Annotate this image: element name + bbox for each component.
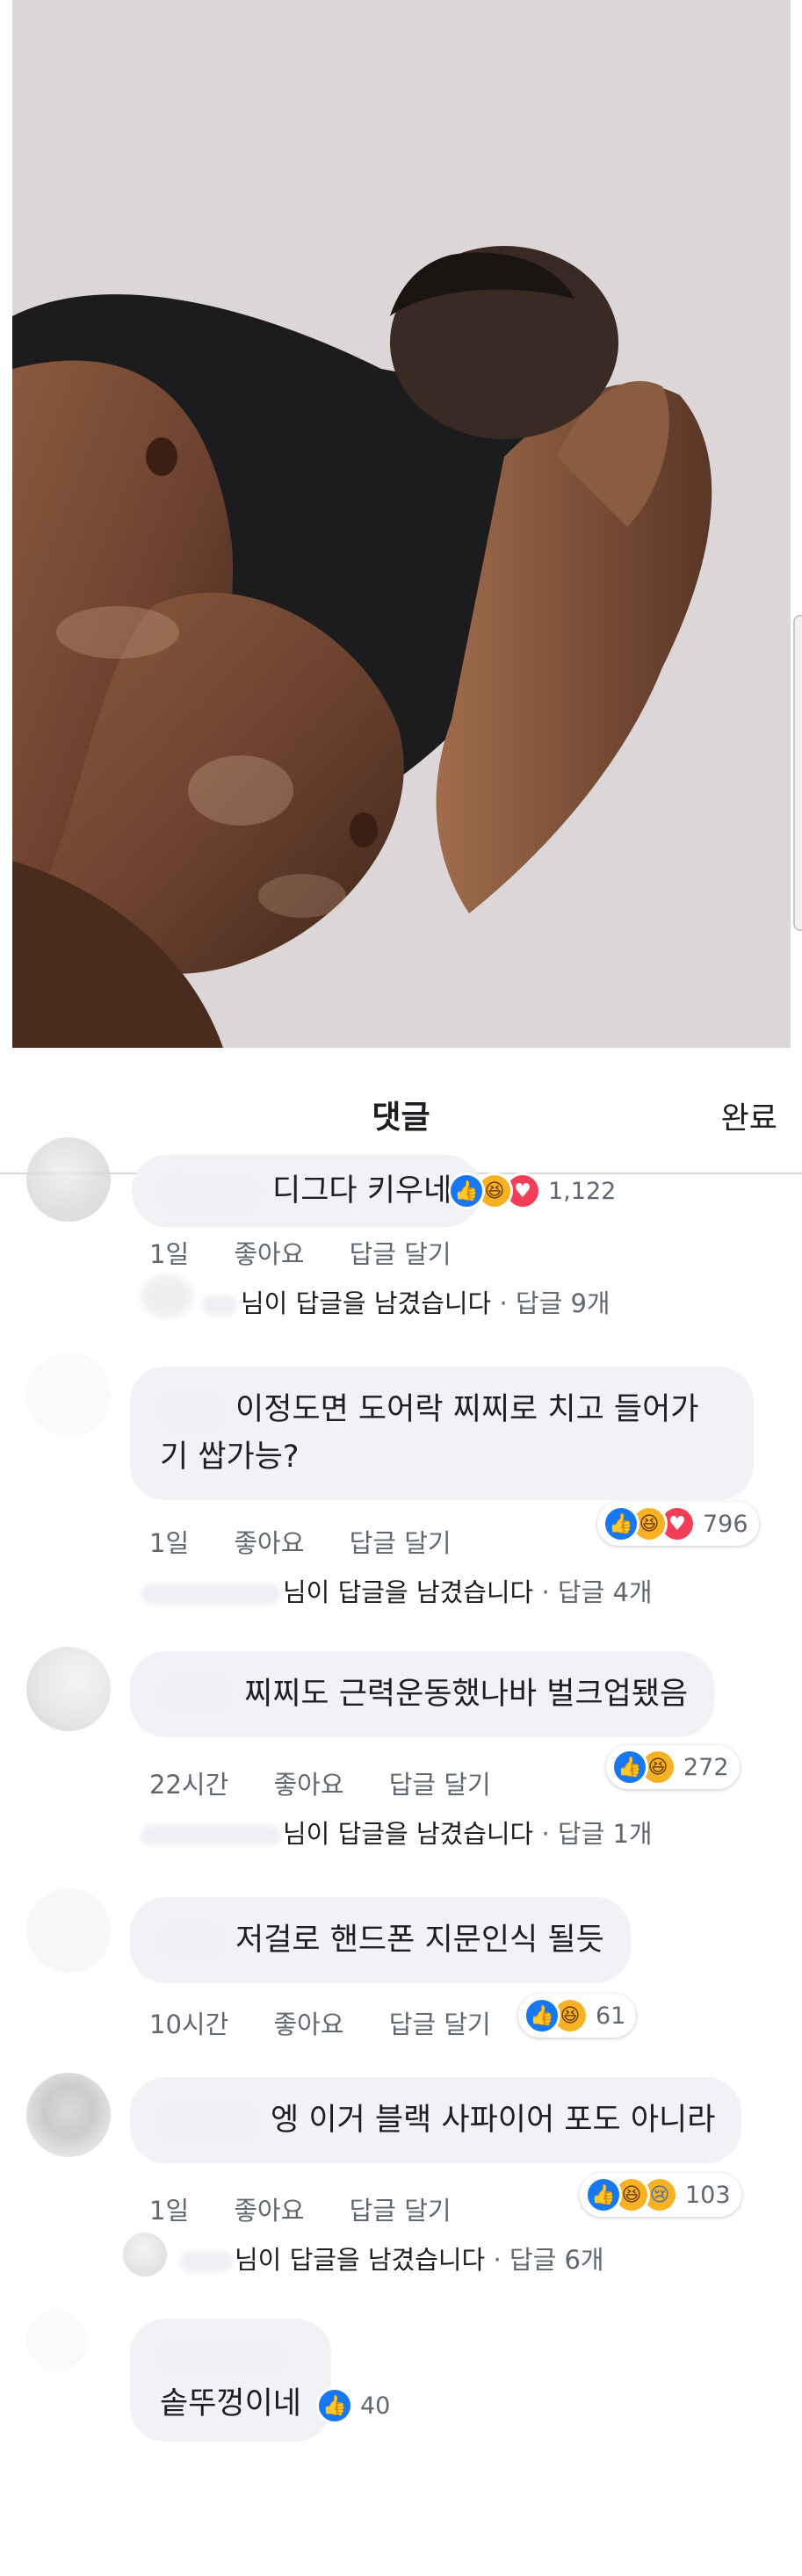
reaction-summary[interactable]: 👍 😆 ♥ 1,122 (448, 1169, 616, 1213)
reaction-count: 272 (683, 1753, 729, 1781)
reply-button[interactable]: 답글 달기 (350, 1528, 452, 1558)
reply-suffix: 님이 답글을 남겼습니다 (283, 1819, 534, 1849)
reaction-count: 103 (685, 2181, 731, 2209)
redacted-name (202, 1295, 237, 1316)
reply-button[interactable]: 답글 달기 (389, 1770, 491, 1800)
comment-bubble: 저걸로 핸드폰 지문인식 될듯 (130, 1897, 631, 1983)
comment-bubble: 솥뚜껑이네 (130, 2319, 332, 2442)
redacted-name (160, 2105, 256, 2137)
redacted-name (141, 1584, 281, 1605)
comment-meta: 1일 좋아요 답글 달기 (149, 1523, 452, 1560)
like-button[interactable]: 좋아요 (234, 1528, 304, 1558)
like-reaction-icon: 👍 (316, 2387, 353, 2424)
avatar[interactable] (26, 1888, 111, 1973)
like-button[interactable]: 좋아요 (273, 2010, 343, 2039)
post-photo-illustration (12, 0, 791, 1048)
like-reaction-icon: 👍 (585, 2176, 622, 2213)
avatar[interactable] (26, 1137, 111, 1222)
reply-count: · 답글 9개 (499, 1288, 611, 1318)
reply-suffix: 님이 답글을 남겼습니다 (283, 1577, 534, 1607)
comment-meta: 1일 좋아요 답글 달기 (149, 1234, 452, 1271)
reaction-summary[interactable]: 👍 😆 272 (606, 1745, 740, 1789)
comments-header: 댓글 완료 (0, 1048, 802, 1173)
avatar[interactable] (26, 1647, 111, 1731)
reply-summary[interactable]: 님이 답글을 남겼습니다 · 답글 6개 (180, 2240, 604, 2277)
redacted-name (141, 1825, 281, 1846)
comment-item: 저걸로 핸드폰 지문인식 될듯 👍 😆 61 10시간 좋아요 답글 달기 (0, 1888, 802, 2064)
post-photo[interactable] (12, 0, 791, 1048)
reaction-summary[interactable]: 👍 😆 61 (518, 1994, 637, 2038)
comment-text: 엥 이거 블랙 사파이어 포도 아니라 (271, 2103, 716, 2138)
reply-suffix: 님이 답글을 남겼습니다 (235, 2245, 486, 2275)
done-button[interactable]: 완료 (721, 1093, 777, 1138)
comment-meta: 22시간 좋아요 답글 달기 (149, 1764, 491, 1801)
redacted-name (160, 1395, 221, 1426)
reply-count: · 답글 6개 (493, 2245, 604, 2275)
comment-bubble: 디그다 키우네 (132, 1155, 482, 1227)
avatar[interactable] (26, 2073, 111, 2157)
reaction-count: 1,122 (548, 1177, 617, 1205)
reaction-summary[interactable]: 👍 40 (316, 2384, 390, 2428)
reaction-summary[interactable]: 👍 😆 😢 103 (580, 2173, 741, 2217)
reply-button[interactable]: 답글 달기 (350, 1239, 452, 1269)
redacted-name (160, 1679, 230, 1711)
reply-count: · 답글 1개 (541, 1819, 653, 1849)
reply-summary[interactable]: 님이 답글을 남겼습니다 · 답글 1개 (141, 1814, 653, 1851)
side-scroll-tab[interactable] (793, 615, 802, 931)
reaction-count: 61 (596, 2002, 626, 2030)
like-button[interactable]: 좋아요 (234, 1239, 304, 1269)
comment-item: 솥뚜껑이네 👍 40 (0, 2310, 802, 2459)
comment-bubble: 찌찌도 근력운동했나바 벌크업됐음 (130, 1651, 715, 1737)
comments-title: 댓글 (372, 1100, 430, 1136)
comment-meta: 10시간 좋아요 답글 달기 (149, 2004, 491, 2041)
comment-item: 엥 이거 블랙 사파이어 포도 아니라 👍 😆 😢 103 1일 좋아요 답글 … (0, 2073, 802, 2284)
like-reaction-icon: 👍 (603, 1505, 639, 1542)
reply-avatar[interactable] (123, 2233, 167, 2277)
comment-text: 디그다 키우네 (272, 1173, 452, 1209)
reply-button[interactable]: 답글 달기 (350, 2196, 452, 2226)
like-button[interactable]: 좋아요 (273, 1770, 343, 1800)
reply-suffix: 님이 답글을 남겼습니다 (241, 1288, 492, 1318)
avatar[interactable] (26, 2310, 88, 2371)
redacted-name (162, 1176, 258, 1208)
comment-item: 이정도면 도어락 찌찌로 치고 들어가 기 쌉가능? 👍 😆 ♥ 796 1일 … (0, 1353, 802, 1616)
reply-summary[interactable]: 님이 답글을 남겼습니다 · 답글 9개 (202, 1283, 611, 1320)
like-button[interactable]: 좋아요 (234, 2196, 304, 2226)
comment-text: 찌찌도 근력운동했나바 벌크업됐음 (244, 1677, 689, 1712)
comment-time: 22시간 (149, 1770, 229, 1800)
redacted-name (160, 1925, 221, 1957)
like-reaction-icon: 👍 (611, 1749, 648, 1786)
redacted-name (160, 2346, 283, 2369)
comment-bubble: 엥 이거 블랙 사파이어 포도 아니라 (130, 2077, 742, 2163)
comment-text-line2: 기 쌉가능? (160, 1440, 300, 1475)
reply-summary[interactable]: 님이 답글을 남겼습니다 · 답글 4개 (141, 1572, 653, 1609)
reaction-summary[interactable]: 👍 😆 ♥ 796 (597, 1502, 759, 1546)
comment-bubble: 이정도면 도어락 찌찌로 치고 들어가 기 쌉가능? (130, 1367, 754, 1500)
comment-text-line1: 이정도면 도어락 찌찌로 치고 들어가 (235, 1392, 699, 1427)
comment-meta: 1일 좋아요 답글 달기 (149, 2190, 452, 2227)
reaction-count: 40 (360, 2392, 391, 2420)
like-reaction-icon: 👍 (448, 1173, 485, 1209)
comment-item: 찌찌도 근력운동했나바 벌크업됐음 👍 😆 272 22시간 좋아요 답글 달기… (0, 1647, 802, 1858)
redacted-name (180, 2251, 233, 2272)
reaction-count: 796 (703, 1510, 748, 1538)
comment-time: 1일 (149, 1239, 190, 1269)
comment-time: 1일 (149, 2196, 190, 2226)
redacted-reply-avatar (141, 1274, 193, 1318)
reply-button[interactable]: 답글 달기 (389, 2010, 491, 2039)
reply-count: · 답글 4개 (541, 1577, 653, 1607)
avatar[interactable] (26, 1353, 111, 1437)
comment-text: 솥뚜껑이네 (160, 2386, 302, 2421)
like-reaction-icon: 👍 (524, 1997, 560, 2034)
comment-item: 디그다 키우네 👍 😆 ♥ 1,122 1일 좋아요 답글 달기 님이 답글을 … (0, 1137, 802, 1331)
comment-time: 1일 (149, 1528, 190, 1558)
comment-time: 10시간 (149, 2010, 229, 2039)
comment-text: 저걸로 핸드폰 지문인식 될듯 (235, 1923, 604, 1958)
